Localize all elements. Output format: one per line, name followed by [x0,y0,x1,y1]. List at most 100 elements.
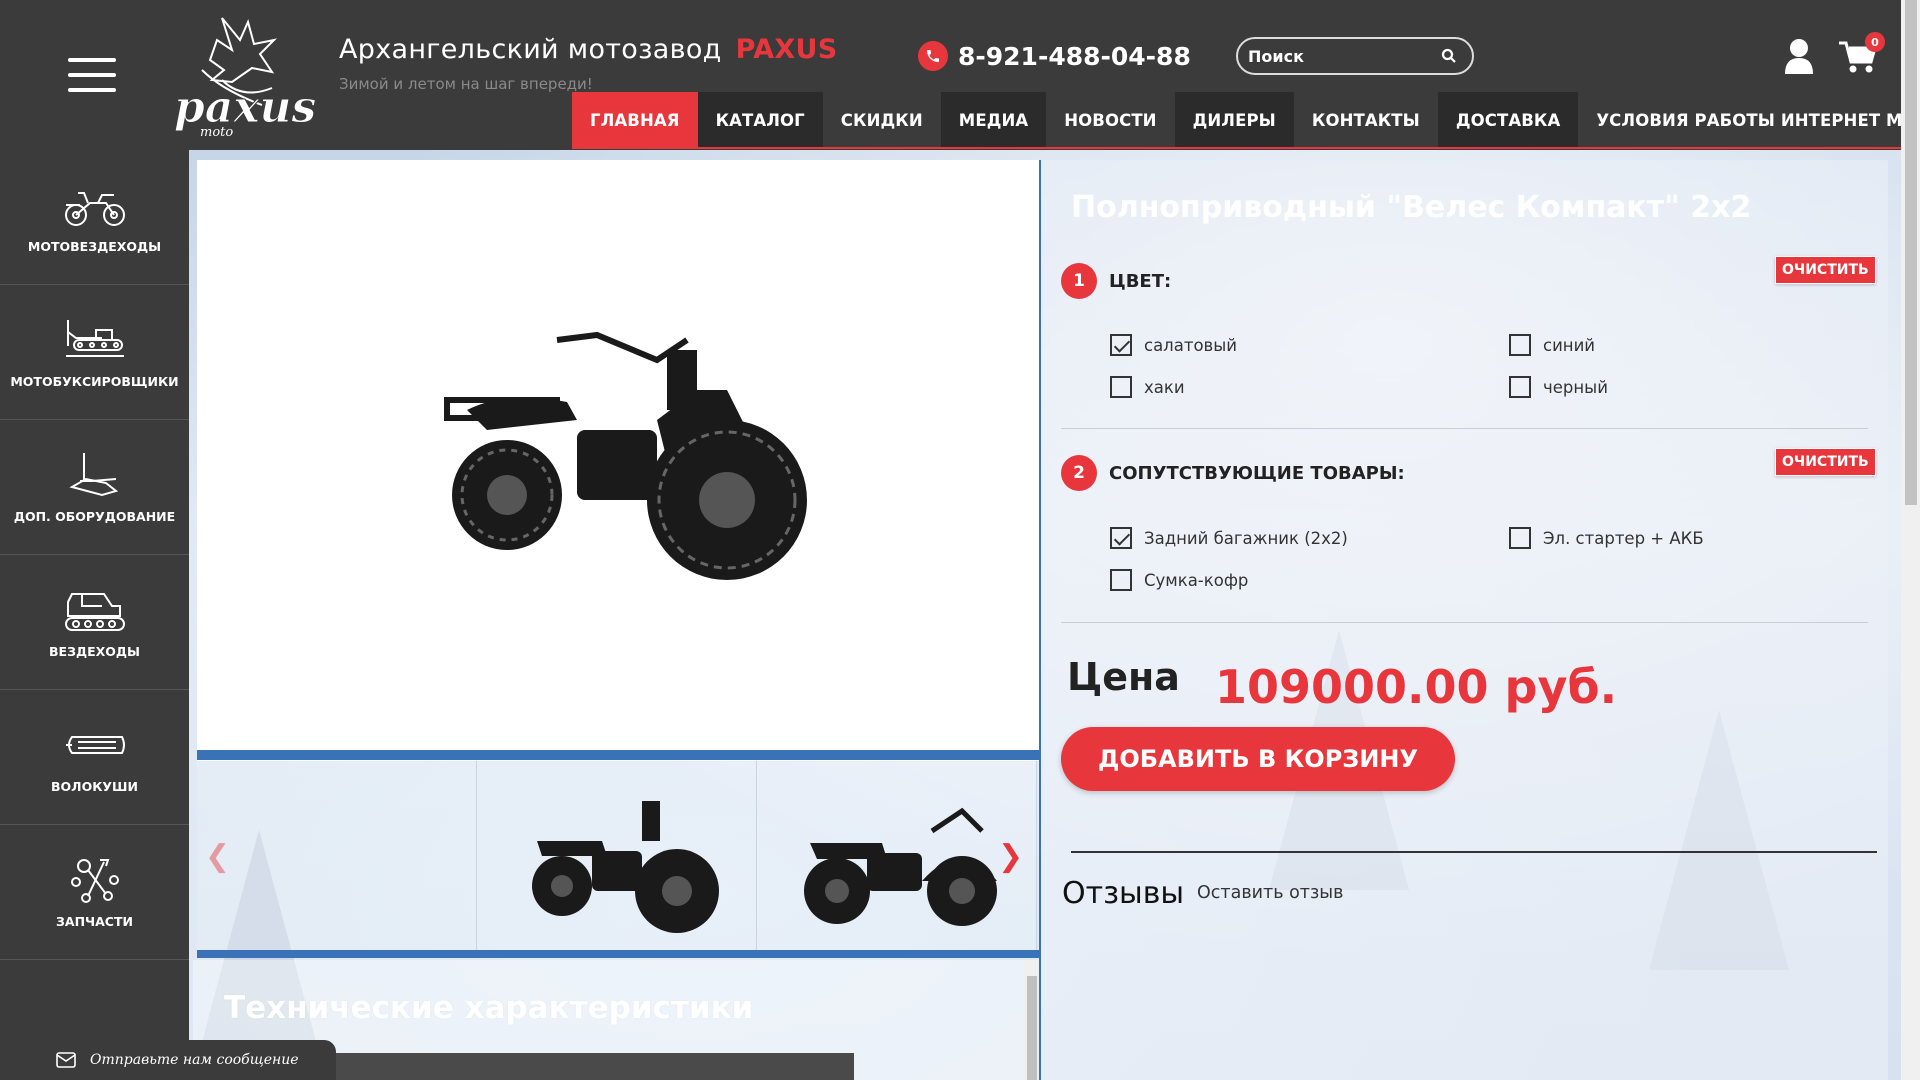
nav-item-catalog[interactable]: КАТАЛОГ [697,92,823,148]
chat-label: Отправьте нам сообщение [90,1052,299,1068]
color-option-khaki[interactable]: хаки [1110,376,1185,398]
step-label: ЦВЕТ: [1109,270,1172,292]
thumbnail-3[interactable] [757,761,1037,951]
product-main-image[interactable] [197,160,1039,750]
motorcycle-thumbnail [804,807,997,926]
nav-item-store-terms[interactable]: УСЛОВИЯ РАБОТЫ ИНТЕРНЕТ МАГАЗИНА [1578,92,1920,148]
checkbox[interactable] [1509,334,1531,356]
site-header: paxus moto Архангельский мотозавод PAXUS … [0,0,1920,150]
paxus-logo[interactable]: paxus moto [162,10,328,140]
user-icon[interactable] [1783,38,1815,74]
page-scroll-thumb[interactable] [1905,0,1917,505]
sidebar-item-label: ВЕЗДЕХОДЫ [49,643,140,659]
color-option-black[interactable]: черный [1509,376,1608,398]
option-label: синий [1543,335,1596,355]
leave-review-link[interactable]: Оставить отзыв [1197,883,1343,903]
phone-number: 8-921-488-04-88 [958,41,1191,71]
svg-text:paxus: paxus [174,82,316,133]
nav-item-discounts[interactable]: СКИДКИ [822,92,941,148]
gallery-divider-bottom [197,950,1039,958]
cart-count-badge: 0 [1865,32,1885,52]
product-title: Полноприводный "Велес Компакт" 2x2 [1071,190,1752,225]
add-to-cart-button[interactable]: ДОБАВИТЬ В КОРЗИНУ [1061,727,1455,791]
sidebar-item-label: МОТОВЕЗДЕХОДЫ [27,238,162,254]
snow-tow-icon [65,319,124,357]
motorcycle-thumbnail [532,801,719,933]
chat-widget[interactable]: Отправьте нам сообщение [40,1040,336,1080]
tech-specs-image [318,1053,854,1080]
tech-specs-scroll-thumb[interactable] [1027,976,1037,1080]
checkbox[interactable] [1110,376,1132,398]
section-divider [1061,622,1868,623]
nav-item-delivery[interactable]: ДОСТАВКА [1437,92,1579,148]
search-box [1236,37,1474,75]
color-option-lettuce[interactable]: салатовый [1110,334,1237,356]
nav-item-contacts[interactable]: КОНТАКТЫ [1293,92,1438,148]
gallery-divider [197,750,1039,760]
option-label: салатовый [1144,335,1238,355]
sidebar-item-label: ВОЛОКУШИ [51,778,138,794]
thumbnail-1[interactable] [197,761,477,951]
tracked-vehicle-icon [64,592,125,631]
checkbox[interactable] [1509,527,1531,549]
accessory-option-rear-rack[interactable]: Задний багажник (2x2) [1110,527,1348,549]
section-divider [1061,428,1868,429]
option-label: черный [1543,377,1608,397]
checkbox[interactable] [1110,334,1132,356]
carousel-prev-icon[interactable]: ❮ [205,842,230,872]
sidebar-item-tracked-vehicles[interactable]: ВЕЗДЕХОДЫ [0,555,189,690]
sidebar-item-sleds[interactable]: ВОЛОКУШИ [0,690,189,825]
checkbox[interactable] [1110,569,1132,591]
reviews-title: Отзывы [1062,876,1185,911]
phone-icon [918,41,948,71]
motorcycle-image [444,331,807,580]
brand-tagline: Зимой и летом на шаг впереди! [339,75,593,93]
sidebar-item-label: МОТОБУКСИРОВЩИКИ [10,373,179,389]
sidebar-item-snow-tow[interactable]: МОТОБУКСИРОВЩИКИ [0,285,189,420]
step-number: 2 [1061,455,1097,491]
step-number: 1 [1061,263,1097,299]
clear-accessories-button[interactable]: ОЧИСТИТЬ [1775,448,1876,476]
phone-link[interactable]: 8-921-488-04-88 [918,40,1191,72]
sled-icon [65,735,125,754]
sidebar-item-atv[interactable]: МОТОВЕЗДЕХОДЫ [0,150,189,285]
search-icon[interactable] [1440,47,1458,65]
sidebar-item-parts[interactable]: ЗАПЧАСТИ [0,825,189,960]
nav-item-media[interactable]: МЕДИА [940,92,1047,148]
sidebar-item-label: ДОП. ОБОРУДОВАНИЕ [13,508,176,524]
search-input[interactable] [1248,46,1428,66]
parts-icon [70,858,119,903]
color-option-blue[interactable]: синий [1509,334,1595,356]
accessory-option-starter[interactable]: Эл. стартер + АКБ [1509,527,1704,549]
carousel-next-icon[interactable]: ❯ [998,842,1023,872]
nav-item-home[interactable]: ГЛАВНАЯ [572,92,698,148]
checkbox[interactable] [1509,376,1531,398]
brand-title-text: Архангельский мотозавод [339,34,722,65]
main-nav: ГЛАВНАЯ КАТАЛОГ СКИДКИ МЕДИА НОВОСТИ ДИЛ… [572,92,1920,148]
sidebar-item-label: ЗАПЧАСТИ [56,913,133,929]
step-label: СОПУТСТВУЮЩИЕ ТОВАРЫ: [1109,462,1405,484]
nav-underline [572,147,1920,149]
menu-hamburger-icon[interactable] [68,58,116,94]
option-label: Сумка-кофр [1144,570,1249,590]
message-icon [56,1052,76,1068]
checkbox[interactable] [1110,527,1132,549]
tech-specs-title: Технические характеристики [224,990,754,1026]
clear-color-button[interactable]: ОЧИСТИТЬ [1775,256,1876,284]
brand-accent: PAXUS [735,34,838,65]
price-value: 109000.00 руб. [1215,660,1618,714]
nav-item-dealers[interactable]: ДИЛЕРЫ [1174,92,1294,148]
sidebar-item-equipment[interactable]: ДОП. ОБОРУДОВАНИЕ [0,420,189,555]
option-label: хаки [1144,377,1185,397]
reviews-divider [1071,851,1877,853]
price-label: Цена [1067,655,1180,699]
accessory-option-bag[interactable]: Сумка-кофр [1110,569,1248,591]
brand-title: Архангельский мотозавод PAXUS [339,34,838,65]
category-sidebar: МОТОВЕЗДЕХОДЫ МОТОБУКСИРОВЩИКИ ДОП. ОБОР… [0,150,189,1080]
nav-item-news[interactable]: НОВОСТИ [1046,92,1175,148]
thumbnail-2[interactable] [477,761,757,951]
step-accessories: 2 СОПУТСТВУЮЩИЕ ТОВАРЫ: [1061,455,1405,491]
svg-text:moto: moto [200,125,233,140]
atv-icon [64,191,125,226]
thumbnail-carousel [197,760,1039,951]
